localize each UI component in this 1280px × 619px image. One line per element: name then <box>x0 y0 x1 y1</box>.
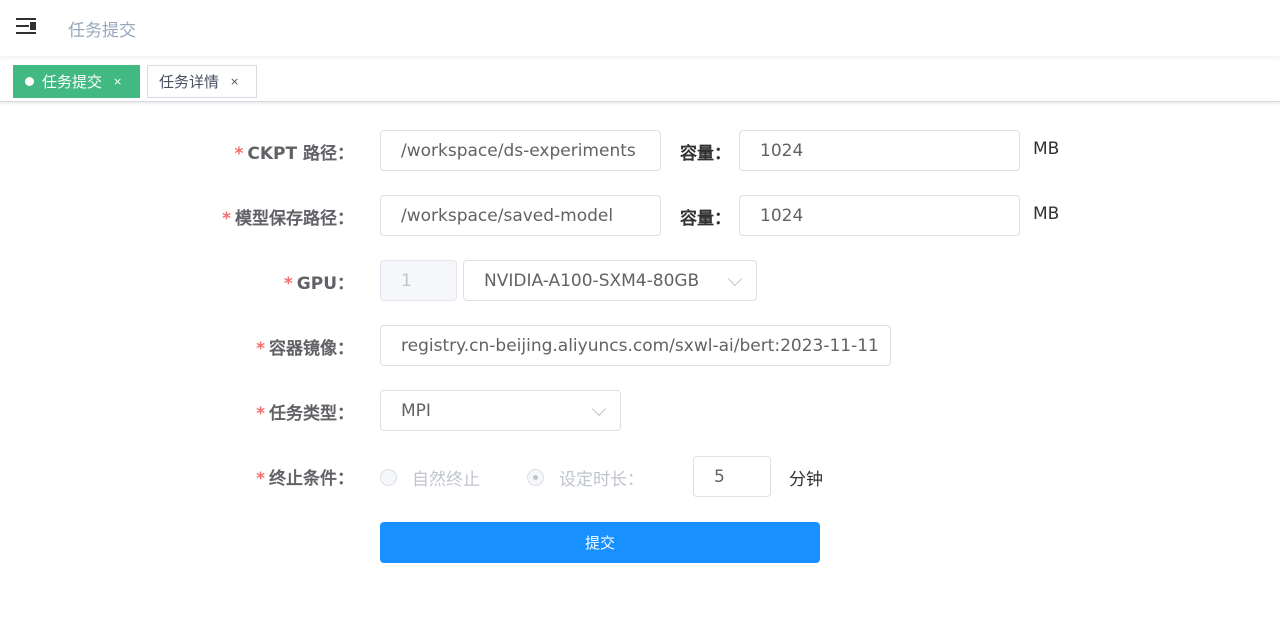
stop-condition-label: * 终止条件： <box>256 469 354 489</box>
gpu-model-value: NVIDIA-A100-SXM4-80GB <box>484 270 700 291</box>
tag-task-submit[interactable]: 任务提交 × <box>13 65 140 98</box>
close-icon[interactable]: × <box>113 75 122 88</box>
task-type-value: MPI <box>401 400 431 421</box>
top-navbar: 任务提交 <box>0 0 1280 56</box>
tag-label: 任务详情 <box>159 73 220 91</box>
duration-input[interactable]: 5 <box>693 456 771 497</box>
breadcrumb[interactable]: 任务提交 <box>68 16 136 41</box>
radio-circle-checked <box>527 469 544 486</box>
model-save-path-input[interactable]: /workspace/saved-model <box>380 195 661 236</box>
container-image-input[interactable]: registry.cn-beijing.aliyuncs.com/sxwl-ai… <box>380 325 891 366</box>
tags-view-bar: 任务提交 × 任务详情 × <box>0 60 1280 102</box>
ckpt-capacity-input[interactable]: 1024 <box>739 130 1020 171</box>
radio-circle <box>380 469 397 486</box>
radio-natural-stop-label: 自然终止 <box>412 470 480 490</box>
duration-unit: 分钟 <box>789 470 823 490</box>
ckpt-path-input[interactable]: /workspace/ds-experiments <box>380 130 661 171</box>
chevron-down-icon <box>591 401 607 417</box>
close-icon[interactable]: × <box>230 75 239 88</box>
model-capacity-input[interactable]: 1024 <box>739 195 1020 236</box>
radio-natural-stop[interactable]: 自然终止 <box>380 465 480 490</box>
radio-set-duration-label: 设定时长： <box>559 470 644 490</box>
gpu-label: * GPU： <box>283 274 354 294</box>
radio-set-duration[interactable]: 设定时长： <box>527 465 644 490</box>
task-type-select[interactable]: MPI <box>380 390 621 431</box>
submit-button[interactable]: 提交 <box>380 522 820 563</box>
container-image-label: * 容器镜像： <box>256 339 354 359</box>
tag-task-detail[interactable]: 任务详情 × <box>147 65 257 98</box>
ckpt-path-label: * CKPT 路径： <box>234 144 354 164</box>
task-type-label: * 任务类型： <box>256 404 354 424</box>
ckpt-capacity-label: 容量： <box>680 144 731 164</box>
gpu-model-select[interactable]: NVIDIA-A100-SXM4-80GB <box>463 260 757 301</box>
tag-label: 任务提交 <box>42 73 103 91</box>
model-capacity-label: 容量： <box>680 209 731 229</box>
gpu-count-input[interactable]: 1 <box>380 260 457 301</box>
ckpt-capacity-unit: MB <box>1033 139 1060 159</box>
chevron-down-icon <box>727 271 743 287</box>
model-save-path-label: * 模型保存路径： <box>222 209 354 229</box>
active-dot-icon <box>25 77 34 86</box>
model-capacity-unit: MB <box>1033 204 1060 224</box>
hamburger-fold-icon[interactable] <box>16 16 38 38</box>
